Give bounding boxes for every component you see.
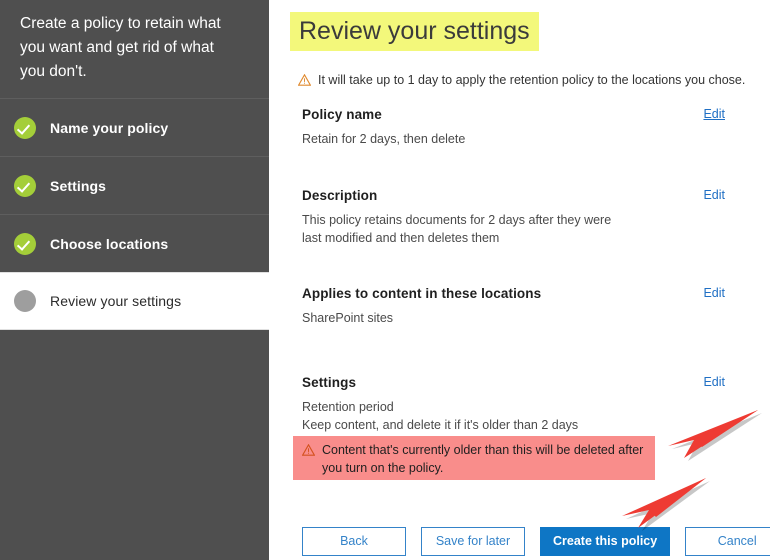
section-body: Retain for 2 days, then delete <box>302 132 466 146</box>
wizard-intro-text: Create a policy to retain what you want … <box>20 15 221 80</box>
section-heading: Applies to content in these locations <box>302 286 542 301</box>
retention-policy-wizard: Create a policy to retain what you want … <box>0 0 770 560</box>
page-title: Review your settings <box>290 12 539 51</box>
sidebar-item-label: Review your settings <box>50 293 182 309</box>
sidebar-item-label: Settings <box>50 177 107 194</box>
check-circle-icon <box>14 232 36 255</box>
edit-link-policy-name[interactable]: Edit <box>703 107 725 121</box>
check-circle-icon <box>14 116 36 139</box>
info-banner-text: It will take up to 1 day to apply the re… <box>318 73 746 87</box>
sidebar-item-choose-locations[interactable]: Choose locations <box>0 214 269 272</box>
edit-link-settings[interactable]: Edit <box>703 375 725 389</box>
section-body: This policy retains documents for 2 days… <box>302 213 612 245</box>
sidebar-item-name-your-policy[interactable]: Name your policy <box>0 98 269 156</box>
section-heading: Settings <box>302 375 357 390</box>
filled-circle-icon <box>14 290 36 312</box>
section-heading: Policy name <box>302 107 382 122</box>
section-body-line-2: Keep content, and delete it if it's olde… <box>302 417 579 432</box>
info-banner: It will take up to 1 day to apply the re… <box>298 72 745 89</box>
create-this-policy-button[interactable]: Create this policy <box>540 527 671 556</box>
wizard-button-row: Back Save for later Create this policy C… <box>302 527 770 556</box>
deletion-warning-text: Content that's currently older than this… <box>322 443 644 475</box>
section-body: SharePoint sites <box>302 311 394 325</box>
sidebar-item-label: Name your policy <box>50 119 169 136</box>
section-locations: Applies to content in these locations Sh… <box>302 286 725 328</box>
section-heading: Description <box>302 188 378 203</box>
section-settings: Settings Retention period Keep content, … <box>302 375 725 434</box>
section-body-line-1: Retention period <box>302 400 394 414</box>
back-button[interactable]: Back <box>302 527 406 556</box>
check-circle-icon <box>14 174 36 197</box>
sidebar-item-settings[interactable]: Settings <box>0 156 269 214</box>
edit-link-locations[interactable]: Edit <box>703 286 725 300</box>
edit-link-description[interactable]: Edit <box>703 188 725 202</box>
warning-triangle-icon <box>298 74 311 86</box>
section-policy-name: Policy name Retain for 2 days, then dele… <box>302 107 725 149</box>
deletion-warning-alert: Content that's currently older than this… <box>293 436 655 480</box>
section-description: Description This policy retains document… <box>302 188 725 247</box>
cancel-button[interactable]: Cancel <box>685 527 770 556</box>
save-for-later-button[interactable]: Save for later <box>421 527 525 556</box>
warning-triangle-icon <box>302 444 315 456</box>
sidebar-item-review-your-settings[interactable]: Review your settings <box>0 272 269 330</box>
wizard-sidebar: Create a policy to retain what you want … <box>0 0 269 560</box>
sidebar-item-label: Choose locations <box>50 235 169 252</box>
